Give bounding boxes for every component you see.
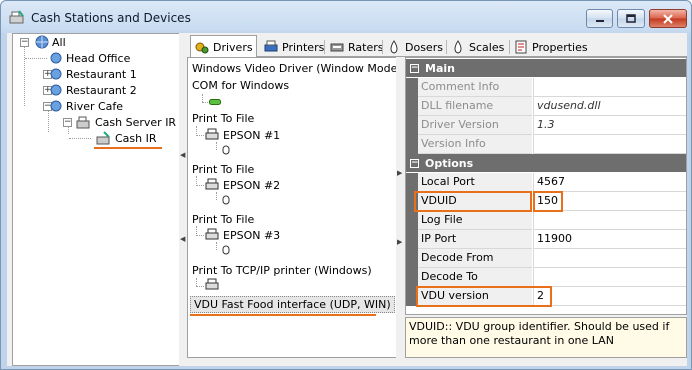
doser-icon	[390, 40, 398, 54]
com-port-icon	[209, 99, 221, 105]
collapse-toggle[interactable]: −	[63, 118, 72, 127]
station-icon	[50, 68, 62, 80]
driver-item[interactable]: Print To TCP/IP printer (Windows)	[192, 264, 372, 277]
property-row[interactable]: Decode From	[406, 249, 686, 268]
tree-node-label: Cash Server IR	[95, 115, 177, 129]
device-label: EPSON #2	[223, 178, 281, 192]
maximize-icon	[626, 14, 636, 23]
selection-underline	[94, 147, 162, 149]
highlight-vduid-name	[414, 191, 532, 212]
property-row[interactable]: IP Port 11900	[406, 230, 686, 249]
highlight-vdu-version	[416, 286, 552, 307]
tab-properties[interactable]: Properties	[510, 37, 588, 57]
property-row[interactable]: Driver Version 1.3	[406, 116, 686, 135]
device-item[interactable]: EPSON #3	[196, 228, 280, 242]
property-row[interactable]: Comment Info	[406, 78, 686, 97]
driver-item[interactable]: COM for Windows	[192, 79, 289, 92]
tree-node-label: Head Office	[66, 51, 131, 65]
printer-icon	[205, 228, 219, 240]
printer-icon	[205, 128, 219, 140]
close-button[interactable]	[649, 9, 687, 28]
main-window: Cash Stations and Devices − All Head Off	[0, 0, 692, 370]
highlight-vduid-value	[533, 191, 563, 212]
property-description: VDUID:: VDU group identifier. Should be …	[405, 317, 687, 358]
driver-list[interactable]: Windows Video Driver (Window Mode) COM f…	[187, 57, 402, 358]
device-label: EPSON #1	[223, 128, 281, 142]
arrow-left-icon: ◀	[180, 235, 186, 243]
tab-drivers[interactable]: Drivers	[190, 35, 257, 58]
tree-node-all[interactable]: All	[34, 34, 66, 50]
arrow-right-icon: ▶	[397, 169, 403, 177]
tab-printers[interactable]: Printers	[260, 37, 324, 57]
driver-item[interactable]: Print To File	[192, 163, 254, 176]
printer-icon	[205, 178, 219, 190]
driver-item[interactable]: Print To File	[192, 112, 254, 125]
tree-node-restaurant-2[interactable]: Restaurant 2	[48, 82, 137, 98]
left-splitter[interactable]: ◀ ◀	[179, 33, 187, 366]
station-tree[interactable]: − All Head Office + Restaurant 1 + Resta…	[12, 33, 181, 366]
tree-node-label: All	[52, 35, 66, 49]
collapse-icon[interactable]: −	[410, 63, 419, 73]
cash-register-icon	[9, 10, 24, 24]
driver-item[interactable]: Windows Video Driver (Window Mode)	[192, 62, 402, 75]
category-options[interactable]: − Options	[406, 154, 686, 172]
properties-icon	[515, 40, 527, 54]
tree-node-label: Restaurant 1	[66, 67, 137, 81]
device-label: EPSON #3	[223, 228, 281, 242]
tree-node-label: Restaurant 2	[66, 83, 137, 97]
arrow-right-icon: ▶	[397, 238, 403, 246]
drivers-icon	[195, 42, 209, 54]
collapse-toggle[interactable]: −	[20, 38, 29, 47]
collapse-icon[interactable]: −	[410, 158, 419, 168]
tree-node-label: Cash IR	[115, 131, 157, 145]
cash-server-icon	[76, 116, 90, 129]
minimize-button[interactable]	[586, 9, 613, 28]
client-area: − All Head Office + Restaurant 1 + Resta…	[7, 33, 687, 366]
tree-node-cash-ir[interactable]: Cash IR	[95, 130, 157, 146]
minimize-icon	[595, 19, 604, 22]
mouse-icon	[222, 245, 230, 255]
network-icon	[35, 35, 49, 49]
cash-register-icon	[96, 131, 110, 145]
tab-raters[interactable]: Raters	[326, 37, 383, 57]
station-icon	[50, 52, 62, 64]
property-row[interactable]: Version Info	[406, 135, 686, 154]
selection-underline	[190, 314, 376, 316]
scales-icon	[454, 40, 462, 54]
property-row[interactable]: Decode To	[406, 268, 686, 287]
tree-node-label: River Cafe	[66, 99, 124, 113]
property-row[interactable]: DLL filename vdusend.dll	[406, 97, 686, 116]
tab-scales[interactable]: Scales	[447, 37, 504, 57]
tree-node-cash-server-ir[interactable]: Cash Server IR	[75, 114, 176, 130]
station-icon	[50, 84, 62, 96]
property-row[interactable]: Local Port 4567	[406, 173, 686, 192]
mouse-icon	[222, 195, 230, 205]
category-main[interactable]: − Main	[406, 59, 686, 77]
tab-dosers[interactable]: Dosers	[383, 37, 443, 57]
station-icon	[50, 100, 62, 112]
maximize-button[interactable]	[617, 9, 645, 28]
device-item[interactable]: EPSON #1	[196, 128, 280, 142]
tree-node-restaurant-1[interactable]: Restaurant 1	[48, 66, 137, 82]
title-bar[interactable]: Cash Stations and Devices	[1, 1, 691, 33]
printer-icon	[205, 278, 219, 290]
property-row[interactable]: Log File	[406, 211, 686, 230]
tree-node-head-office[interactable]: Head Office	[48, 50, 130, 66]
tree-node-river-cafe[interactable]: River Cafe	[48, 98, 123, 114]
device-item[interactable]: EPSON #2	[196, 178, 280, 192]
property-grid[interactable]: − Main Comment Info DLL filename vdusend.…	[405, 57, 687, 315]
mouse-icon	[222, 145, 230, 155]
printer-icon	[264, 40, 278, 52]
window-title: Cash Stations and Devices	[31, 11, 191, 25]
close-icon	[663, 13, 673, 24]
right-splitter[interactable]: ▶ ▶	[396, 57, 404, 358]
raters-icon	[330, 43, 344, 52]
tab-bar: Drivers Printers Raters Dosers Scales Pr…	[190, 35, 687, 58]
arrow-left-icon: ◀	[180, 151, 186, 159]
driver-item-selected[interactable]: VDU Fast Food interface (UDP, WIN)	[190, 296, 395, 313]
driver-item[interactable]: Print To File	[192, 213, 254, 226]
